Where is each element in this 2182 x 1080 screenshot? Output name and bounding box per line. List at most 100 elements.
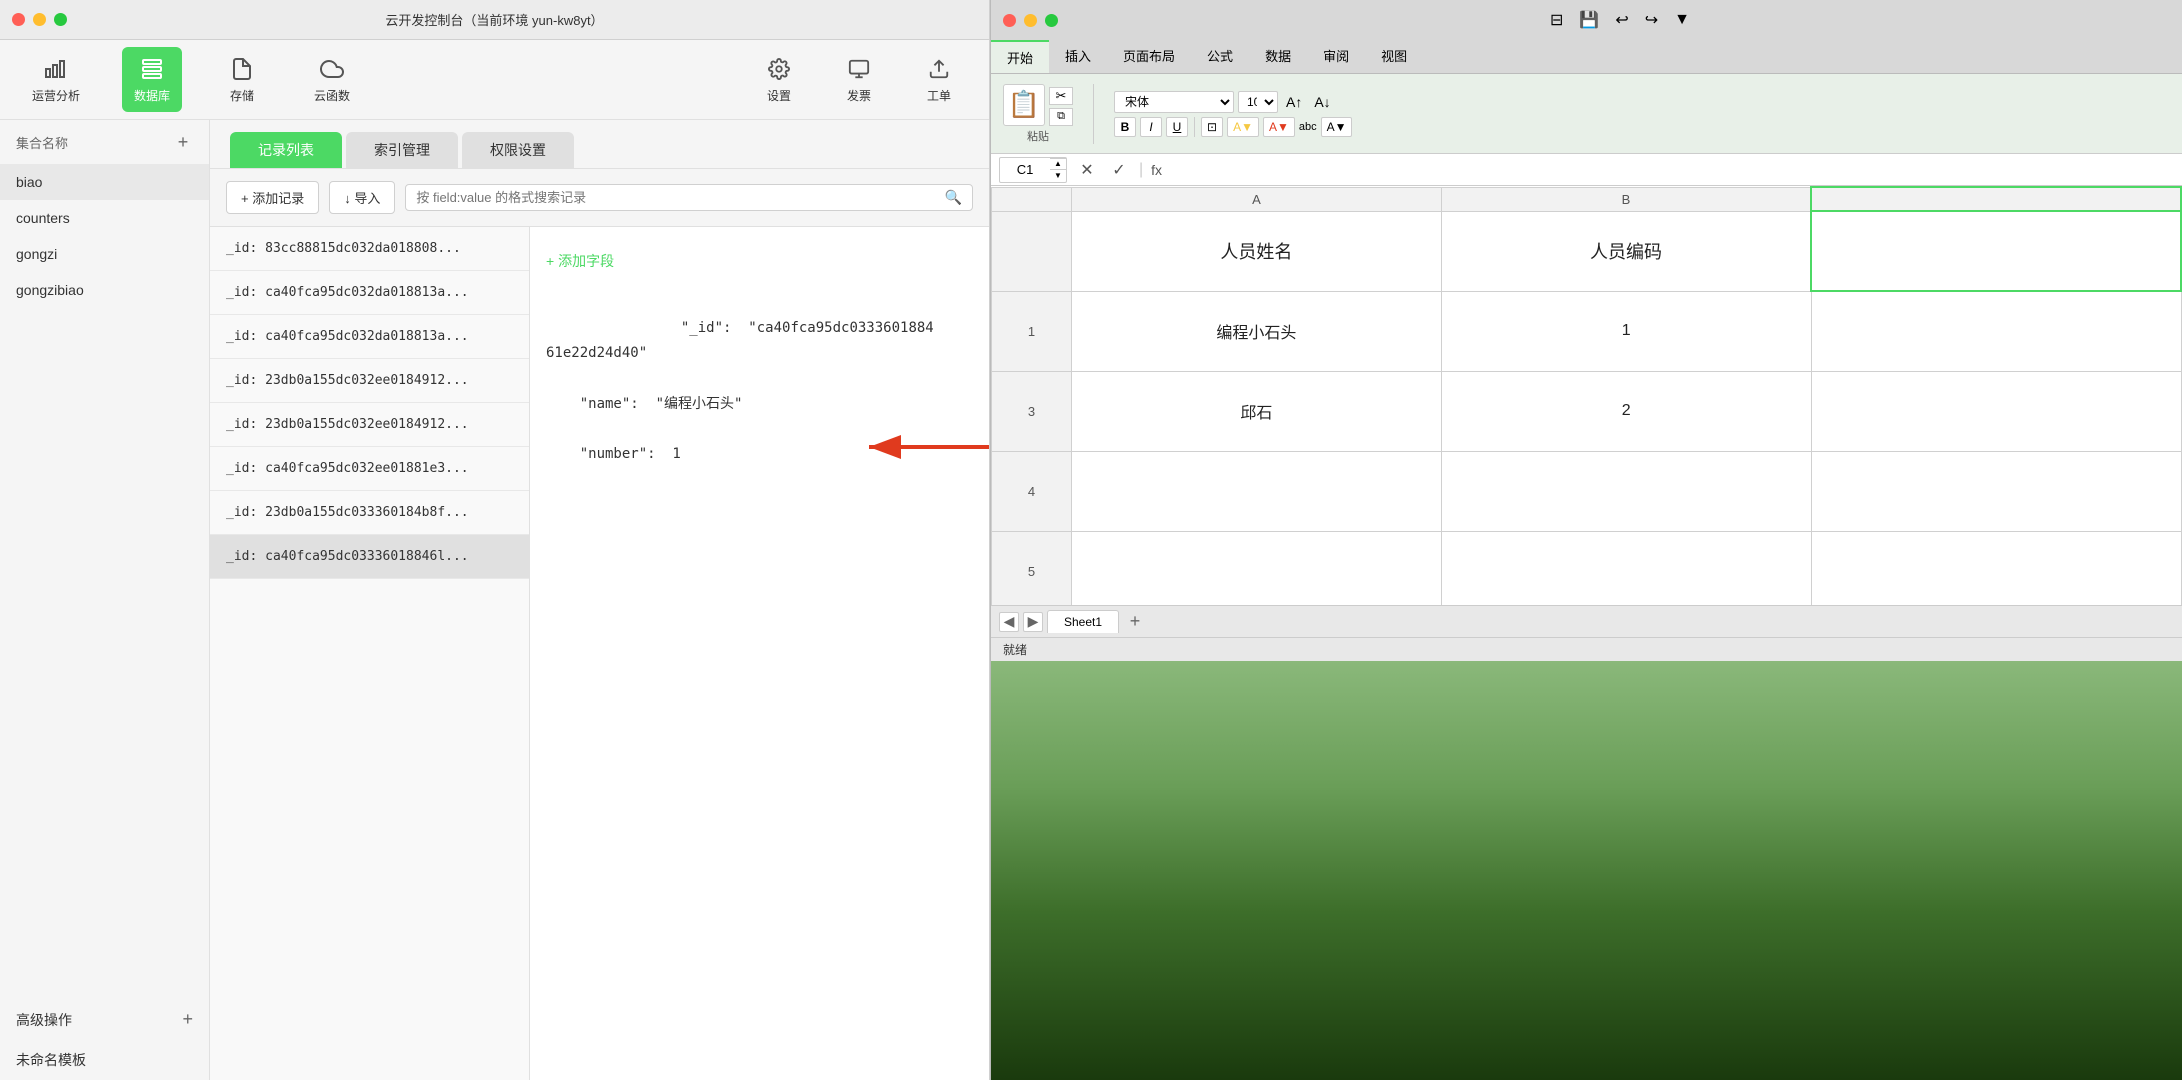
content-body: _id: 83cc88815dc032da018808... _id: ca40…: [210, 227, 989, 1080]
paste-button[interactable]: 📋: [1003, 84, 1045, 126]
tab-formula[interactable]: 公式: [1191, 40, 1249, 73]
toolbar-database[interactable]: 数据库: [122, 47, 182, 112]
tab-permissions[interactable]: 权限设置: [462, 132, 574, 168]
excel-toolbar-icon-redo[interactable]: ↪: [1645, 10, 1658, 30]
cell-ref-down[interactable]: ▼: [1050, 170, 1066, 182]
fill-color-button[interactable]: A▼: [1227, 117, 1259, 137]
add-record-button[interactable]: + 添加记录: [226, 181, 319, 214]
tab-index-mgmt[interactable]: 索引管理: [346, 132, 458, 168]
font-family-select[interactable]: 宋体: [1114, 91, 1234, 113]
tab-pagelayout[interactable]: 页面布局: [1107, 40, 1191, 73]
cell-b5[interactable]: [1441, 531, 1811, 605]
excel-toolbar-icon-layout[interactable]: ⊟: [1550, 10, 1563, 30]
cell-b4[interactable]: [1441, 451, 1811, 531]
record-item[interactable]: _id: ca40fca95dc032da018813a...: [210, 315, 529, 359]
border-button[interactable]: ⊡: [1201, 117, 1223, 137]
excel-minimize-button[interactable]: [1024, 14, 1037, 27]
excel-toolbar-icon-save[interactable]: 💾: [1579, 10, 1599, 30]
tab-start[interactable]: 开始: [991, 40, 1049, 73]
table-row: 3 邱石 2: [992, 371, 2182, 451]
font-color-button[interactable]: A▼: [1263, 117, 1295, 137]
formula-input[interactable]: [1170, 162, 2174, 177]
font-size-up-icon[interactable]: A↑: [1282, 92, 1306, 112]
cell-a2[interactable]: 编程小石头: [1072, 291, 1442, 371]
cloudfn-label: 云函数: [314, 87, 350, 104]
workbench-label: 工单: [927, 87, 951, 104]
minimize-button[interactable]: [33, 13, 46, 26]
excel-toolbar-icon-undo[interactable]: ↩: [1615, 10, 1628, 30]
toolbar-invoice[interactable]: 发票: [829, 47, 889, 112]
cell-b2[interactable]: 1: [1441, 291, 1811, 371]
cell-a5[interactable]: [1072, 531, 1442, 605]
add-sheet-button[interactable]: +: [1123, 610, 1147, 634]
sidebar-item-biao[interactable]: biao: [0, 164, 209, 200]
sheet-nav-left[interactable]: ◀: [999, 612, 1019, 632]
copy-button[interactable]: ⧉: [1049, 108, 1073, 126]
sidebar-item-gongzi[interactable]: gongzi: [0, 236, 209, 272]
cell-b3[interactable]: 2: [1441, 371, 1811, 451]
cell-c2[interactable]: [1811, 291, 2181, 371]
import-button[interactable]: ↓ 导入: [329, 181, 395, 214]
close-button[interactable]: [12, 13, 25, 26]
excel-ribbon: 📋 ✂ ⧉ 粘贴 宋体 10 A↑ A↓ B: [991, 74, 2182, 154]
cell-a3[interactable]: 邱石: [1072, 371, 1442, 451]
sidebar-item-gongzibiao[interactable]: gongzibiao: [0, 272, 209, 308]
tab-record-list[interactable]: 记录列表: [230, 132, 342, 168]
formula-icon[interactable]: fx: [1151, 162, 1162, 178]
cell-ref-up[interactable]: ▲: [1050, 158, 1066, 170]
toolbar-storage[interactable]: 存储: [212, 47, 272, 112]
tab-view[interactable]: 视图: [1365, 40, 1423, 73]
cancel-formula-button[interactable]: ✕: [1075, 158, 1099, 182]
record-item[interactable]: _id: 23db0a155dc032ee0184912...: [210, 403, 529, 447]
toolbar-analytics[interactable]: 运营分析: [20, 47, 92, 112]
console-panel: 云开发控制台（当前环境 yun-kw8yt） 运营分析 数据库: [0, 0, 990, 1080]
analytics-icon: [42, 55, 70, 83]
record-item[interactable]: _id: 23db0a155dc033360184b8f...: [210, 491, 529, 535]
add-field-button[interactable]: + 添加字段: [546, 243, 973, 279]
cell-a4[interactable]: [1072, 451, 1442, 531]
tab-data[interactable]: 数据: [1249, 40, 1307, 73]
font-size-select[interactable]: 10: [1238, 91, 1278, 113]
cell-c4[interactable]: [1811, 451, 2181, 531]
toolbar-cloudfn[interactable]: 云函数: [302, 47, 362, 112]
excel-close-button[interactable]: [1003, 14, 1016, 27]
cell-a1[interactable]: 人员姓名: [1072, 211, 1442, 291]
record-detail-panel: + 添加字段 "_id": "ca40fca95dc0333601884 61e…: [530, 227, 989, 1080]
cut-button[interactable]: ✂: [1049, 87, 1073, 105]
add-collection-button[interactable]: +: [173, 132, 193, 152]
cell-c1[interactable]: [1811, 211, 2181, 291]
search-input[interactable]: [416, 190, 938, 205]
sheet-nav-right[interactable]: ▶: [1023, 612, 1043, 632]
records-list-panel: _id: 83cc88815dc032da018808... _id: ca40…: [210, 227, 530, 1080]
toolbar-settings[interactable]: 设置: [749, 47, 809, 112]
format-button[interactable]: A▼: [1321, 117, 1353, 137]
tab-review[interactable]: 审阅: [1307, 40, 1365, 73]
record-item[interactable]: _id: 83cc88815dc032da018808...: [210, 227, 529, 271]
bold-button[interactable]: B: [1114, 117, 1136, 137]
search-icon: 🔍: [945, 189, 962, 206]
font-size-down-icon[interactable]: A↓: [1310, 92, 1334, 112]
sheet-tab-1[interactable]: Sheet1: [1047, 610, 1119, 633]
search-box[interactable]: 🔍: [405, 184, 973, 211]
italic-button[interactable]: I: [1140, 117, 1162, 137]
sidebar-item-counters[interactable]: counters: [0, 200, 209, 236]
cell-b1[interactable]: 人员编码: [1441, 211, 1811, 291]
excel-toolbar-icon-more[interactable]: ▼: [1674, 11, 1690, 29]
cell-c3[interactable]: [1811, 371, 2181, 451]
window-title: 云开发控制台（当前环境 yun-kw8yt）: [385, 10, 603, 29]
record-item[interactable]: _id: ca40fca95dc032da018813a...: [210, 271, 529, 315]
font-group: 宋体 10 A↑ A↓ B I U ⊡ A▼ A▼ abc A▼: [1114, 91, 1352, 137]
maximize-button[interactable]: [54, 13, 67, 26]
advanced-operations[interactable]: 高级操作 +: [0, 999, 209, 1040]
underline-button[interactable]: U: [1166, 117, 1188, 137]
cell-c5[interactable]: [1811, 531, 2181, 605]
cell-reference-input[interactable]: [1000, 160, 1050, 179]
record-item-active[interactable]: _id: ca40fca95dc03336018846l...: [210, 535, 529, 579]
confirm-formula-button[interactable]: ✓: [1107, 158, 1131, 182]
toolbar-workbench[interactable]: 工单: [909, 47, 969, 112]
record-item[interactable]: _id: ca40fca95dc032ee01881e3...: [210, 447, 529, 491]
record-item[interactable]: _id: 23db0a155dc032ee0184912...: [210, 359, 529, 403]
excel-maximize-button[interactable]: [1045, 14, 1058, 27]
storage-icon: [228, 55, 256, 83]
tab-insert[interactable]: 插入: [1049, 40, 1107, 73]
